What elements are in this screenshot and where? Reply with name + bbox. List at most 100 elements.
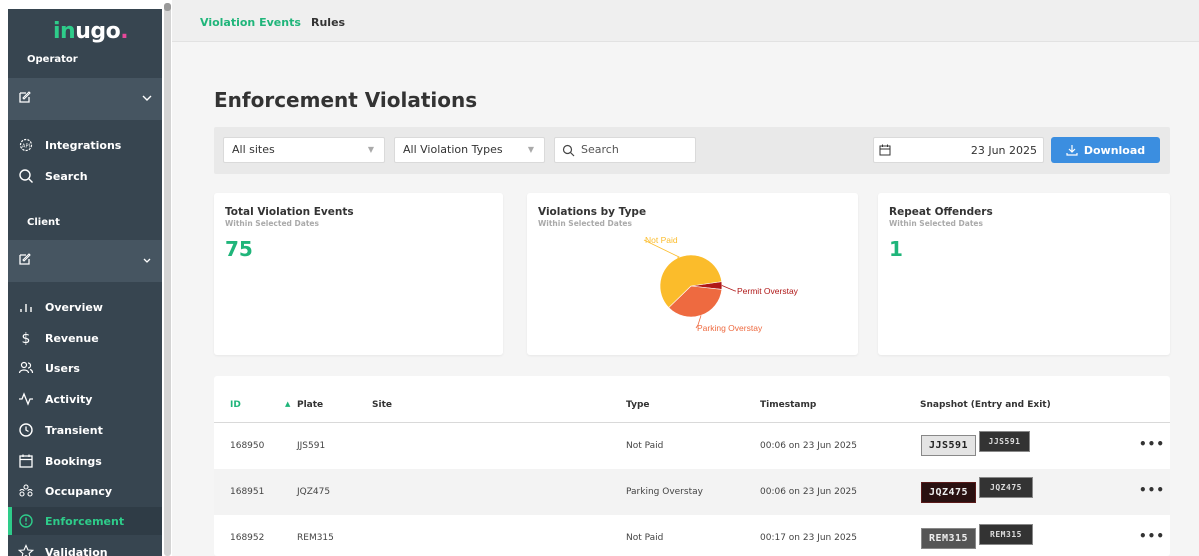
column-header-type[interactable]: Type [626, 400, 649, 410]
sort-arrow-icon[interactable]: ▲ [285, 400, 290, 408]
client-selector[interactable] [8, 240, 162, 282]
users-icon [18, 360, 34, 376]
sidebar-item-label: Users [45, 361, 80, 375]
activity-icon [18, 391, 34, 407]
sidebar-item-enforcement[interactable]: Enforcement [8, 507, 162, 535]
column-header-snapshot: Snapshot (Entry and Exit) [920, 400, 1051, 410]
sidebar-item-bookings[interactable]: Bookings [8, 447, 162, 475]
inugo-logo[interactable]: inugo. [53, 19, 129, 44]
table-row[interactable]: 168950 JJS591 Not Paid 00:06 on 23 Jun 2… [214, 423, 1170, 469]
violations-table: ID ▲ Plate Site Type Timestamp Snapshot … [214, 376, 1170, 556]
chevron-down-icon [142, 95, 152, 101]
tab-rules[interactable]: Rules [311, 16, 345, 29]
exit-snapshot[interactable]: JJS591 [979, 431, 1030, 452]
operator-selector[interactable] [8, 78, 162, 120]
site-select-value: All sites [232, 143, 275, 156]
search-placeholder: Search [581, 143, 619, 156]
total-violations-value: 75 [225, 237, 253, 261]
pie-label-not-paid: Not Paid [645, 235, 678, 245]
card-title: Repeat Offenders [889, 206, 993, 218]
edit-icon [19, 253, 31, 265]
date-picker[interactable]: 23 Jun 2025 [873, 137, 1044, 163]
sidebar-item-validation[interactable]: Validation [8, 538, 162, 556]
column-header-id[interactable]: ID [230, 400, 241, 410]
table-row[interactable]: 168951 JQZ475 Parking Overstay 00:06 on … [214, 469, 1170, 515]
sidebar-item-activity[interactable]: Activity [8, 385, 162, 413]
table-row[interactable]: 168952 REM315 Not Paid 00:17 on 23 Jun 2… [214, 515, 1170, 556]
column-header-timestamp[interactable]: Timestamp [760, 400, 816, 410]
sidebar-item-label: Activity [45, 392, 93, 406]
column-header-plate[interactable]: Plate [297, 400, 323, 410]
sidebar-item-transient[interactable]: Transient [8, 416, 162, 444]
occupancy-icon [18, 483, 34, 499]
sidebar-item-label: Transient [45, 423, 103, 437]
download-button[interactable]: Download [1051, 137, 1160, 163]
filter-bar: All sites ▼ All Violation Types ▼ Search… [214, 127, 1170, 174]
search-icon [18, 168, 34, 184]
repeat-offenders-card: Repeat Offenders Within Selected Dates 1 [878, 193, 1170, 355]
sidebar-item-integrations[interactable]: API Integrations [8, 131, 162, 159]
violation-type-select[interactable]: All Violation Types ▼ [394, 137, 545, 163]
entry-snapshot[interactable]: REM315 [921, 528, 976, 549]
sidebar-item-users[interactable]: Users [8, 354, 162, 382]
sidebar-item-occupancy[interactable]: Occupancy [8, 477, 162, 505]
violations-pie-chart: Not Paid Permit Overstay Parking Overstay [643, 235, 799, 333]
sidebar-item-label: Integrations [45, 138, 122, 152]
pie-label-parking-overstay: Parking Overstay [697, 323, 763, 333]
bar-chart-icon [18, 299, 34, 315]
column-header-site[interactable]: Site [372, 400, 392, 410]
violation-type-value: All Violation Types [403, 143, 503, 156]
search-input[interactable]: Search [554, 137, 696, 163]
sidebar-item-label: Revenue [45, 331, 99, 345]
operator-label: Operator [27, 54, 78, 65]
cell-timestamp: 00:17 on 23 Jun 2025 [760, 533, 858, 543]
date-value: 23 Jun 2025 [970, 144, 1037, 157]
cell-type: Not Paid [626, 533, 664, 543]
cell-plate: JQZ475 [297, 487, 331, 497]
chevron-down-icon [143, 258, 151, 263]
cell-id: 168952 [230, 533, 265, 543]
sidebar-item-overview[interactable]: Overview [8, 293, 162, 321]
sidebar-scrollbar[interactable] [164, 3, 171, 556]
sidebar-item-label: Enforcement [45, 514, 125, 528]
violations-by-type-card: Violations by Type Within Selected Dates… [527, 193, 858, 355]
more-options-icon[interactable]: ••• [1139, 483, 1165, 497]
cell-plate: JJS591 [297, 441, 326, 451]
cell-id: 168950 [230, 441, 265, 451]
svg-text:API: API [22, 144, 30, 150]
logo-part-in: in [53, 19, 76, 44]
sidebar-panel: inugo. Operator API Integrations Search … [8, 9, 162, 556]
search-icon [562, 144, 575, 157]
scrollbar-thumb[interactable] [164, 3, 171, 11]
pie-label-permit-overstay: Permit Overstay [737, 286, 799, 296]
svg-text:$: $ [22, 331, 31, 346]
star-icon [18, 544, 34, 556]
download-label: Download [1083, 143, 1146, 157]
exit-snapshot[interactable]: JQZ475 [979, 477, 1033, 498]
sidebar-item-search[interactable]: Search [8, 162, 162, 190]
cell-id: 168951 [230, 487, 265, 497]
repeat-offenders-value: 1 [889, 237, 903, 261]
more-options-icon[interactable]: ••• [1139, 529, 1165, 543]
cell-type: Not Paid [626, 441, 664, 451]
edit-icon [19, 91, 31, 103]
dollar-icon: $ [18, 330, 34, 346]
logo-part-ugo: ugo [75, 19, 121, 44]
entry-snapshot[interactable]: JQZ475 [921, 482, 976, 503]
page-title: Enforcement Violations [214, 88, 478, 112]
client-label: Client [27, 217, 60, 228]
sidebar: inugo. Operator API Integrations Search … [0, 0, 172, 556]
sidebar-item-label: Validation [45, 545, 108, 556]
entry-snapshot[interactable]: JJS591 [921, 435, 976, 456]
cell-timestamp: 00:06 on 23 Jun 2025 [760, 441, 858, 451]
calendar-icon [879, 144, 891, 156]
sidebar-item-revenue[interactable]: $ Revenue [8, 324, 162, 352]
exit-snapshot[interactable]: REM315 [979, 524, 1033, 545]
more-options-icon[interactable]: ••• [1139, 437, 1165, 451]
sidebar-item-label: Overview [45, 300, 103, 314]
cell-timestamp: 00:06 on 23 Jun 2025 [760, 487, 858, 497]
pie-leader-line [721, 285, 736, 292]
tab-violation-events[interactable]: Violation Events [200, 16, 301, 29]
clock-icon [18, 422, 34, 438]
site-select[interactable]: All sites ▼ [223, 137, 385, 163]
